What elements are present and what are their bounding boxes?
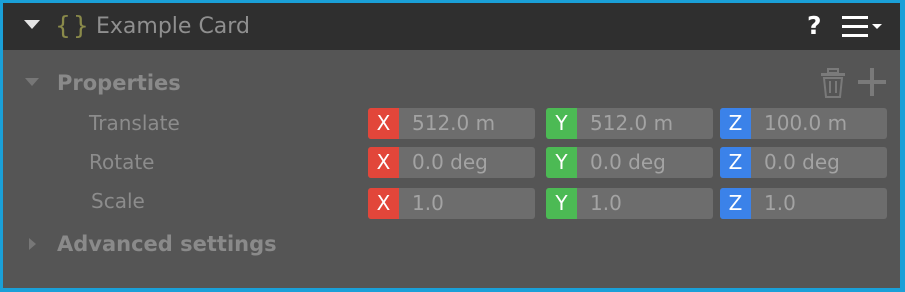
properties-section-title[interactable]: Properties: [57, 69, 181, 97]
plus-icon[interactable]: [856, 66, 888, 98]
scale-x-field[interactable]: X 1.0: [368, 188, 535, 219]
rotate-y-field[interactable]: Y 0.0 deg: [546, 147, 713, 178]
scale-x-value[interactable]: 1.0: [412, 188, 444, 219]
braces-icon: {}: [55, 11, 91, 40]
translate-label: Translate: [89, 111, 180, 135]
rotate-z-value[interactable]: 0.0 deg: [764, 147, 840, 178]
rotate-z-field[interactable]: Z 0.0 deg: [720, 147, 887, 178]
scale-label: Scale: [91, 189, 145, 213]
rotate-label: Rotate: [89, 150, 155, 174]
translate-y-field[interactable]: Y 512.0 m: [546, 108, 713, 139]
help-button[interactable]: ?: [807, 11, 822, 41]
rotate-x-value[interactable]: 0.0 deg: [412, 147, 488, 178]
z-axis-badge: Z: [720, 147, 751, 178]
collapse-properties-icon[interactable]: [25, 78, 39, 86]
x-axis-badge: X: [368, 147, 399, 178]
x-axis-badge: X: [368, 188, 399, 219]
scale-y-field[interactable]: Y 1.0: [546, 188, 713, 219]
y-axis-badge: Y: [546, 188, 577, 219]
hamburger-menu-icon[interactable]: [842, 14, 884, 40]
x-axis-badge: X: [368, 108, 399, 139]
rotate-y-value[interactable]: 0.0 deg: [590, 147, 666, 178]
z-axis-badge: Z: [720, 188, 751, 219]
scale-y-value[interactable]: 1.0: [590, 188, 622, 219]
rotate-x-field[interactable]: X 0.0 deg: [368, 147, 535, 178]
collapse-card-toggle-icon[interactable]: [24, 20, 40, 29]
scale-z-field[interactable]: Z 1.0: [720, 188, 887, 219]
expand-advanced-icon[interactable]: [29, 238, 36, 250]
translate-z-value[interactable]: 100.0 m: [764, 108, 847, 139]
translate-x-value[interactable]: 512.0 m: [412, 108, 495, 139]
translate-y-value[interactable]: 512.0 m: [590, 108, 673, 139]
translate-x-field[interactable]: X 512.0 m: [368, 108, 535, 139]
card-title: Example Card: [96, 14, 250, 39]
card-header: {} Example Card ?: [3, 3, 900, 50]
z-axis-badge: Z: [720, 108, 751, 139]
y-axis-badge: Y: [546, 108, 577, 139]
advanced-settings-title[interactable]: Advanced settings: [57, 230, 277, 258]
translate-z-field[interactable]: Z 100.0 m: [720, 108, 887, 139]
y-axis-badge: Y: [546, 147, 577, 178]
scale-z-value[interactable]: 1.0: [764, 188, 796, 219]
trash-icon[interactable]: [819, 67, 847, 99]
example-card: {} Example Card ? Properties Translate X…: [3, 3, 900, 288]
